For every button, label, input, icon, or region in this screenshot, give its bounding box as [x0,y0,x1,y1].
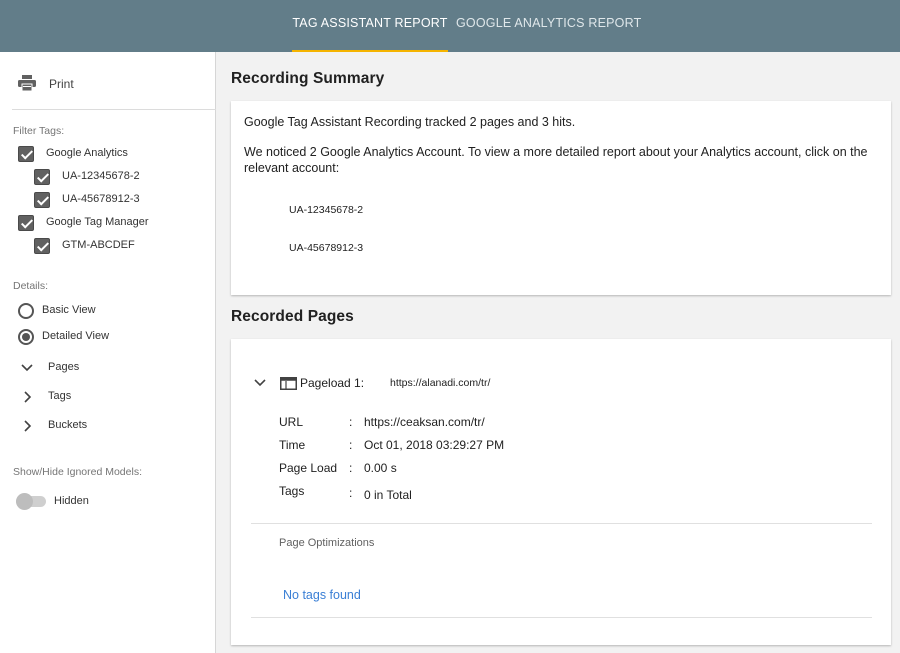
recorded-pages-title: Recorded Pages [231,308,354,325]
chevron-right-icon [24,420,32,432]
account-link-ua-45678912-3[interactable]: UA-45678912-3 [289,242,363,254]
summary-note: We noticed 2 Google Analytics Account. T… [244,145,868,175]
detail-value-url: https://ceaksan.com/tr/ [364,415,485,429]
section-divider [251,523,872,524]
browser-window-icon [280,377,297,390]
page-optimizations-label: Page Optimizations [279,537,375,549]
pageload-url: https://alanadi.com/tr/ [390,377,491,389]
filter-label: UA-12345678-2 [62,170,140,182]
chevron-right-icon [24,391,32,403]
detail-separator: : [349,461,353,475]
summary-text: Google Tag Assistant Recording tracked 2… [244,115,576,129]
filter-label: GTM-ABCDEF [62,239,135,251]
print-label: Print [49,77,74,91]
radio-label: Detailed View [42,330,110,342]
pageload-title: Pageload 1: [300,376,365,390]
checkbox-checked-icon[interactable] [34,238,50,254]
toggle-knob[interactable] [16,493,33,510]
tree-label: Tags [48,390,72,402]
detail-value-page-load: 0.00 s [364,461,397,475]
recording-summary-card: Google Tag Assistant Recording tracked 2… [231,101,891,295]
detail-value-time: Oct 01, 2018 03:29:27 PM [364,438,505,452]
sidebar: Print Filter Tags: Google Analytics UA-1… [0,52,216,653]
checkbox-checked-icon[interactable] [18,146,34,162]
radio-label: Basic View [42,304,96,316]
filter-tags-label: Filter Tags: [13,125,65,137]
no-tags-found-link[interactable]: No tags found [283,588,361,602]
chevron-down-icon[interactable] [253,376,267,390]
detail-value-tags: 0 in Total [364,488,412,502]
detail-separator: : [349,415,353,429]
print-button[interactable]: Print [0,52,216,110]
checkbox-checked-icon[interactable] [34,169,50,185]
details-label: Details: [13,280,49,292]
filter-label: Google Analytics [46,147,128,159]
radio-unselected-icon[interactable] [18,303,34,319]
toggle-label: Hidden [54,495,89,507]
tab-tag-assistant-report[interactable]: TAG ASSISTANT REPORT [292,0,448,52]
detail-key-tags: Tags [279,484,305,498]
detail-separator: : [349,486,353,500]
ignored-models-label: Show/Hide Ignored Models: [13,466,142,478]
detail-separator: : [349,438,353,452]
tree-label: Buckets [48,419,88,431]
detail-key-time: Time [279,438,306,452]
detail-key-page-load: Page Load [279,461,338,475]
sidebar-divider [12,109,216,110]
tab-google-analytics-report[interactable]: GOOGLE ANALYTICS REPORT [456,0,641,52]
section-divider [251,617,872,618]
checkbox-checked-icon[interactable] [34,192,50,208]
filter-label: Google Tag Manager [46,216,149,228]
tree-label: Pages [48,361,80,373]
recorded-pages-card: Pageload 1: https://alanadi.com/tr/ URL … [231,339,891,645]
filter-label: UA-45678912-3 [62,193,140,205]
detail-key-url: URL [279,415,304,429]
checkbox-checked-icon[interactable] [18,215,34,231]
account-link-ua-12345678-2[interactable]: UA-12345678-2 [289,204,363,216]
printer-icon [18,75,36,91]
radio-selected-icon[interactable] [18,329,34,345]
recording-summary-title: Recording Summary [231,70,385,87]
chevron-down-icon [21,364,33,372]
top-nav-bar: TAG ASSISTANT REPORT GOOGLE ANALYTICS RE… [0,0,900,52]
